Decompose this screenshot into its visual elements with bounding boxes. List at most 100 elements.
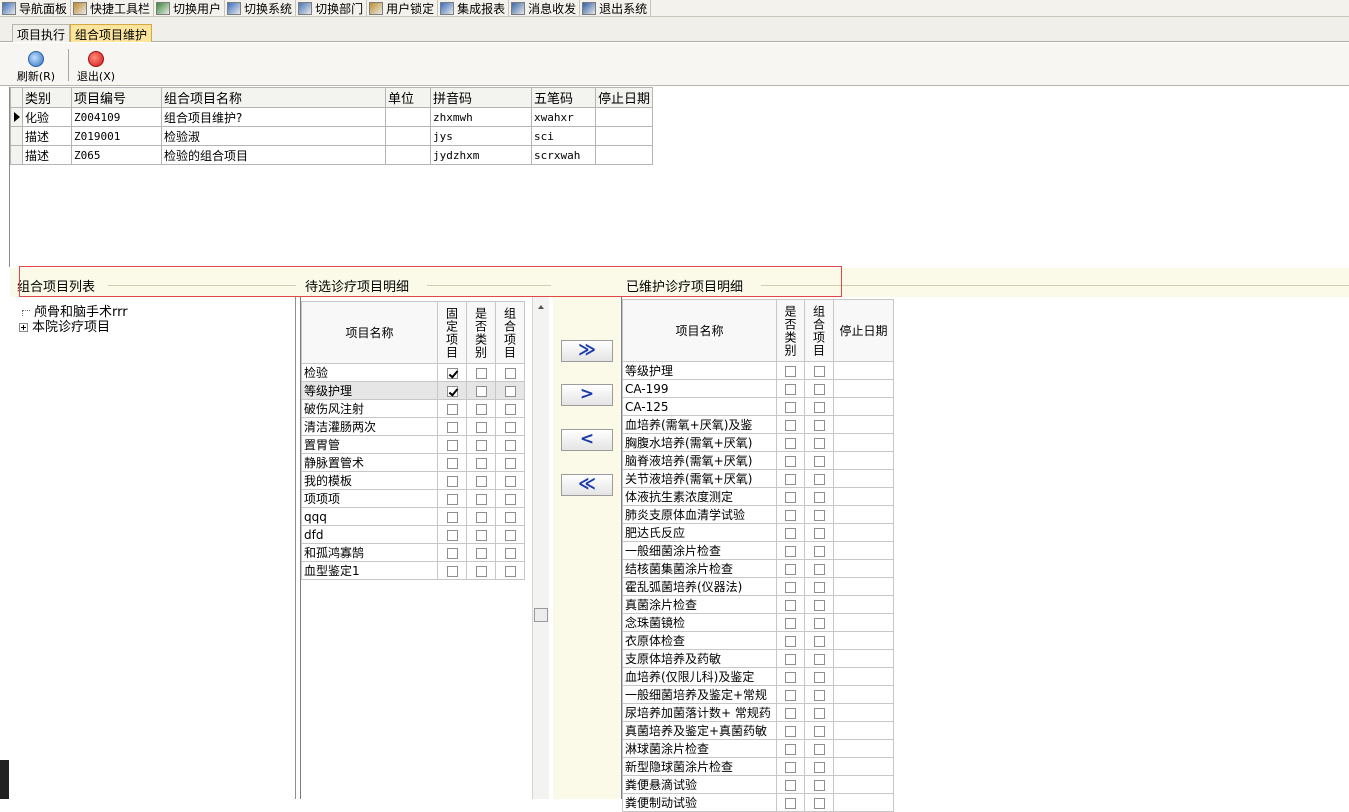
maintained-row[interactable]: 等级护理: [622, 361, 894, 380]
maintained-stop-date[interactable]: [833, 379, 894, 398]
maintained-category-checkbox[interactable]: [785, 617, 796, 629]
maintained-name[interactable]: 粪便悬滴试验: [622, 775, 777, 794]
maintained-row[interactable]: 真菌培养及鉴定+真菌药敏: [622, 721, 894, 740]
col-header-combo-name[interactable]: 组合项目名称: [161, 87, 386, 108]
maintained-name[interactable]: 支原体培养及药敏: [622, 649, 777, 668]
maintained-name[interactable]: 霍乱弧菌培养(仪器法): [622, 577, 777, 596]
candidate-category-checkbox[interactable]: [475, 439, 487, 451]
maintained-row[interactable]: 一般细菌涂片检查: [622, 541, 894, 560]
candidate-combo-checkbox[interactable]: [504, 385, 516, 397]
candidate-category-checkbox[interactable]: [475, 529, 487, 541]
candidate-category-checkbox[interactable]: [475, 511, 487, 523]
maintained-combo-checkbox[interactable]: [813, 473, 825, 485]
cand-col-header-fixed[interactable]: 固定项目: [437, 301, 467, 364]
candidate-row[interactable]: qqq: [301, 507, 525, 526]
candidate-combo-checkbox[interactable]: [504, 421, 516, 433]
maintained-category-checkbox[interactable]: [785, 635, 796, 647]
cand-col-header-combo[interactable]: 组合项目: [495, 301, 525, 364]
cell-item-code[interactable]: Z004109: [71, 107, 162, 127]
menu-item-9[interactable]: 退出系统: [580, 0, 652, 16]
maintained-stop-date[interactable]: [833, 523, 894, 542]
cell-category[interactable]: 描述: [22, 145, 72, 165]
row-indicator[interactable]: [10, 107, 23, 127]
col-header-item-code[interactable]: 项目编号: [71, 87, 162, 108]
maintained-category-checkbox[interactable]: [785, 545, 796, 557]
maintained-category-checkbox[interactable]: [785, 599, 796, 611]
maintained-row[interactable]: 尿培养加菌落计数+ 常规药: [622, 703, 894, 722]
maintained-category-checkbox[interactable]: [785, 671, 796, 683]
candidate-name[interactable]: 置胃管: [301, 435, 438, 454]
maintained-row[interactable]: 衣原体检查: [622, 631, 894, 650]
maintained-combo-checkbox[interactable]: [813, 581, 825, 593]
maintained-row[interactable]: 粪便悬滴试验: [622, 775, 894, 794]
maintained-row[interactable]: 关节液培养(需氧+厌氧): [622, 469, 894, 488]
maintained-row[interactable]: 霍乱弧菌培养(仪器法): [622, 577, 894, 596]
cell-combo-name[interactable]: 检验的组合项目: [161, 145, 386, 165]
remove-selected-button[interactable]: <: [561, 429, 613, 451]
maintained-combo-checkbox[interactable]: [813, 383, 825, 395]
done-col-header-category[interactable]: 是否类别: [776, 299, 805, 362]
menu-item-6[interactable]: 用户锁定: [367, 0, 439, 16]
maintained-stop-date[interactable]: [833, 631, 894, 650]
cand-col-header-category[interactable]: 是否类别: [466, 301, 496, 364]
refresh-button[interactable]: 刷新(R): [13, 49, 59, 85]
candidate-category-checkbox[interactable]: [475, 457, 487, 469]
candidate-name[interactable]: 破伤风注射: [301, 399, 438, 418]
candidate-name[interactable]: 清洁灌肠两次: [301, 417, 438, 436]
candidate-fixed-checkbox[interactable]: [446, 403, 458, 415]
candidate-combo-checkbox[interactable]: [504, 475, 516, 487]
menu-item-7[interactable]: 集成报表: [438, 0, 510, 16]
maintained-category-checkbox[interactable]: [785, 437, 796, 449]
candidate-row[interactable]: 破伤风注射: [301, 399, 525, 418]
maintained-category-checkbox[interactable]: [785, 725, 796, 737]
maintained-stop-date[interactable]: [833, 595, 894, 614]
candidate-combo-checkbox[interactable]: [504, 367, 516, 379]
candidate-fixed-checkbox[interactable]: [446, 457, 458, 469]
cell-pinyin[interactable]: jydzhxm: [430, 145, 532, 165]
candidate-fixed-checkbox[interactable]: [446, 475, 458, 487]
grid-row[interactable]: 化验 Z004109 组合项目维护? zhxmwh xwahxr: [10, 107, 654, 127]
candidate-category-checkbox[interactable]: [475, 385, 487, 397]
maintained-stop-date[interactable]: [833, 721, 894, 740]
cell-wubi[interactable]: sci: [531, 126, 596, 146]
maintained-category-checkbox[interactable]: [785, 365, 796, 377]
maintained-category-checkbox[interactable]: [785, 401, 796, 413]
maintained-name[interactable]: 念珠菌镜检: [622, 613, 777, 632]
maintained-row[interactable]: 支原体培养及药敏: [622, 649, 894, 668]
candidate-fixed-checkbox[interactable]: [446, 547, 458, 559]
maintained-category-checkbox[interactable]: [785, 689, 796, 701]
menu-item-5[interactable]: 切换部门: [296, 0, 368, 16]
maintained-name[interactable]: 胸腹水培养(需氧+厌氧): [622, 433, 777, 452]
candidate-row[interactable]: 我的模板: [301, 471, 525, 490]
col-header-category[interactable]: 类别: [22, 87, 72, 108]
maintained-name[interactable]: CA-199: [622, 379, 777, 398]
maintained-name[interactable]: 真菌培养及鉴定+真菌药敏: [622, 721, 777, 740]
maintained-name[interactable]: CA-125: [622, 397, 777, 416]
maintained-combo-checkbox[interactable]: [813, 671, 825, 683]
candidate-name[interactable]: 检验: [301, 363, 438, 382]
maintained-category-checkbox[interactable]: [785, 419, 796, 431]
maintained-category-checkbox[interactable]: [785, 581, 796, 593]
candidate-category-checkbox[interactable]: [475, 565, 487, 577]
candidate-name[interactable]: 项项项: [301, 489, 438, 508]
tab-project-execution[interactable]: 项目执行: [12, 24, 71, 42]
maintained-stop-date[interactable]: [833, 451, 894, 470]
maintained-name[interactable]: 等级护理: [622, 361, 777, 380]
maintained-row[interactable]: 胸腹水培养(需氧+厌氧): [622, 433, 894, 452]
maintained-name[interactable]: 粪便制动试验: [622, 793, 777, 812]
candidate-combo-checkbox[interactable]: [504, 565, 516, 577]
candidate-row[interactable]: 血型鉴定1: [301, 561, 525, 580]
candidate-name[interactable]: 我的模板: [301, 471, 438, 490]
maintained-category-checkbox[interactable]: [785, 527, 796, 539]
maintained-name[interactable]: 尿培养加菌落计数+ 常规药: [622, 703, 777, 722]
maintained-stop-date[interactable]: [833, 433, 894, 452]
scroll-thumb[interactable]: [534, 608, 548, 622]
maintained-stop-date[interactable]: [833, 703, 894, 722]
exit-button[interactable]: 退出(X): [73, 49, 119, 85]
done-col-header-name[interactable]: 项目名称: [622, 299, 777, 362]
menu-item-8[interactable]: 消息收发: [509, 0, 581, 16]
maintained-row[interactable]: 淋球菌涂片检查: [622, 739, 894, 758]
maintained-name[interactable]: 真菌涂片检查: [622, 595, 777, 614]
candidate-scrollbar[interactable]: [532, 297, 549, 799]
maintained-stop-date[interactable]: [833, 739, 894, 758]
